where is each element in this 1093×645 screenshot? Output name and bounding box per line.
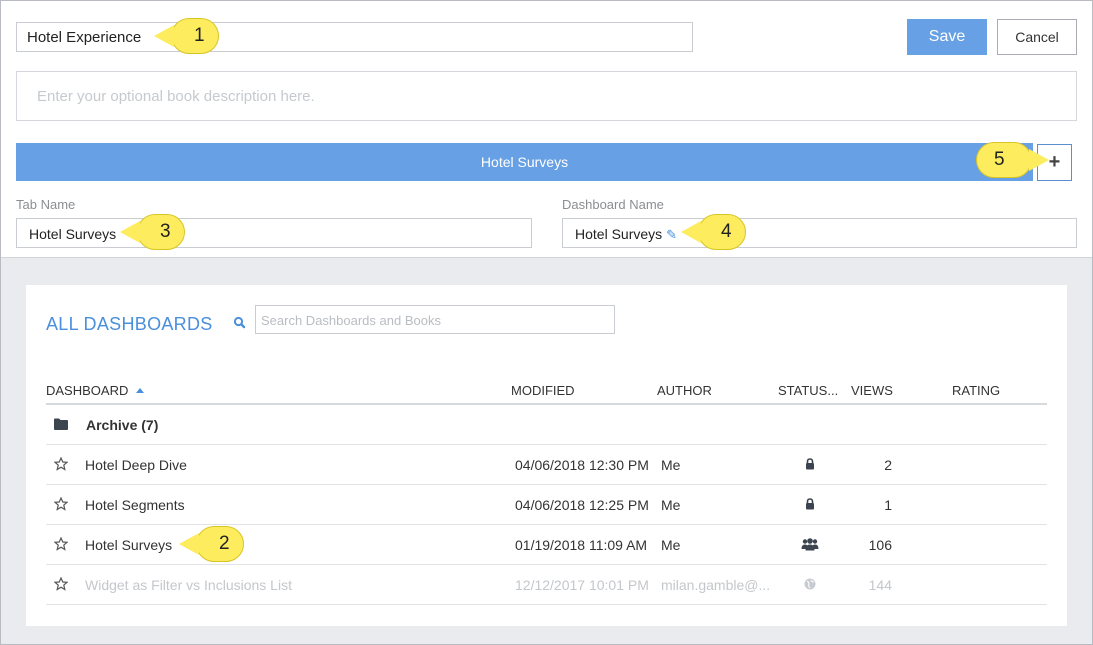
views-count: 144 <box>868 577 892 593</box>
save-button[interactable]: Save <box>907 19 987 55</box>
dashboard-name-field[interactable]: Hotel Surveys ✎ <box>562 218 1077 248</box>
table-row[interactable]: Hotel Segments 04/06/2018 12:25 PM Me 1 <box>46 485 1047 525</box>
author: Me <box>661 457 681 473</box>
author: milan.gamble@... <box>661 577 771 593</box>
dashboard-name[interactable]: Hotel Deep Dive <box>85 457 187 473</box>
book-description-input[interactable]: Enter your optional book description her… <box>16 71 1077 121</box>
pencil-icon[interactable]: ✎ <box>666 227 677 243</box>
search-icon <box>233 316 246 329</box>
col-modified[interactable]: MODIFIED <box>511 383 575 398</box>
col-dashboard-label: DASHBOARD <box>46 383 129 398</box>
callout-1: 1 <box>154 18 219 54</box>
all-dashboards-panel: ALL DASHBOARDS Search Dashboards and Boo… <box>26 285 1067 626</box>
views-count: 2 <box>884 457 892 473</box>
modified-date: 04/06/2018 12:25 PM <box>515 497 649 513</box>
sort-ascending-icon <box>136 388 145 393</box>
col-status[interactable]: STATUS... <box>778 383 838 398</box>
table-row[interactable]: Hotel Deep Dive 04/06/2018 12:30 PM Me 2 <box>46 445 1047 485</box>
col-dashboard[interactable]: DASHBOARD <box>46 383 145 398</box>
dashboard-name[interactable]: Widget as Filter vs Inclusions List <box>85 577 292 593</box>
dashboard-name-label: Dashboard Name <box>562 197 664 212</box>
table-row[interactable]: Widget as Filter vs Inclusions List 12/1… <box>46 565 1047 605</box>
star-icon[interactable] <box>54 457 68 471</box>
modified-date: 04/06/2018 12:30 PM <box>515 457 649 473</box>
group-icon <box>801 538 819 551</box>
folder-icon <box>54 418 68 430</box>
dashboard-name[interactable]: Hotel Surveys <box>85 537 172 553</box>
author: Me <box>661 537 681 553</box>
tab-hotel-surveys[interactable]: Hotel Surveys <box>16 143 1033 181</box>
star-icon[interactable] <box>54 577 68 591</box>
dashboard-name[interactable]: Hotel Segments <box>85 497 185 513</box>
callout-4: 4 <box>681 214 746 250</box>
callout-5: 5 <box>976 142 1049 178</box>
table-header: DASHBOARD MODIFIED AUTHOR STATUS... VIEW… <box>46 381 1047 405</box>
book-title-input[interactable]: Hotel Experience <box>16 22 693 52</box>
tab-name-label: Tab Name <box>16 197 76 212</box>
callout-2: 2 <box>179 526 244 562</box>
views-count: 106 <box>868 537 892 553</box>
search-input[interactable]: Search Dashboards and Books <box>255 305 615 334</box>
cancel-button[interactable]: Cancel <box>997 19 1077 55</box>
dashboards-title: ALL DASHBOARDS <box>46 314 213 334</box>
star-icon[interactable] <box>54 497 68 511</box>
star-icon[interactable] <box>54 537 68 551</box>
tab-name-input[interactable]: Hotel Surveys <box>16 218 532 248</box>
modified-date: 01/19/2018 11:09 AM <box>515 537 648 553</box>
col-views[interactable]: VIEWS <box>851 383 893 398</box>
callout-3: 3 <box>120 214 185 250</box>
folder-label: Archive (7) <box>86 417 159 433</box>
modified-date: 12/12/2017 10:01 PM <box>515 577 649 593</box>
col-author[interactable]: AUTHOR <box>657 383 712 398</box>
views-count: 1 <box>884 497 892 513</box>
folder-row-archive[interactable]: Archive (7) <box>46 405 1047 445</box>
dashboard-name-value: Hotel Surveys <box>575 226 663 242</box>
globe-icon <box>804 578 816 590</box>
lock-icon <box>806 498 814 510</box>
col-rating[interactable]: RATING <box>952 383 1000 398</box>
author: Me <box>661 497 681 513</box>
lock-icon <box>806 458 814 470</box>
